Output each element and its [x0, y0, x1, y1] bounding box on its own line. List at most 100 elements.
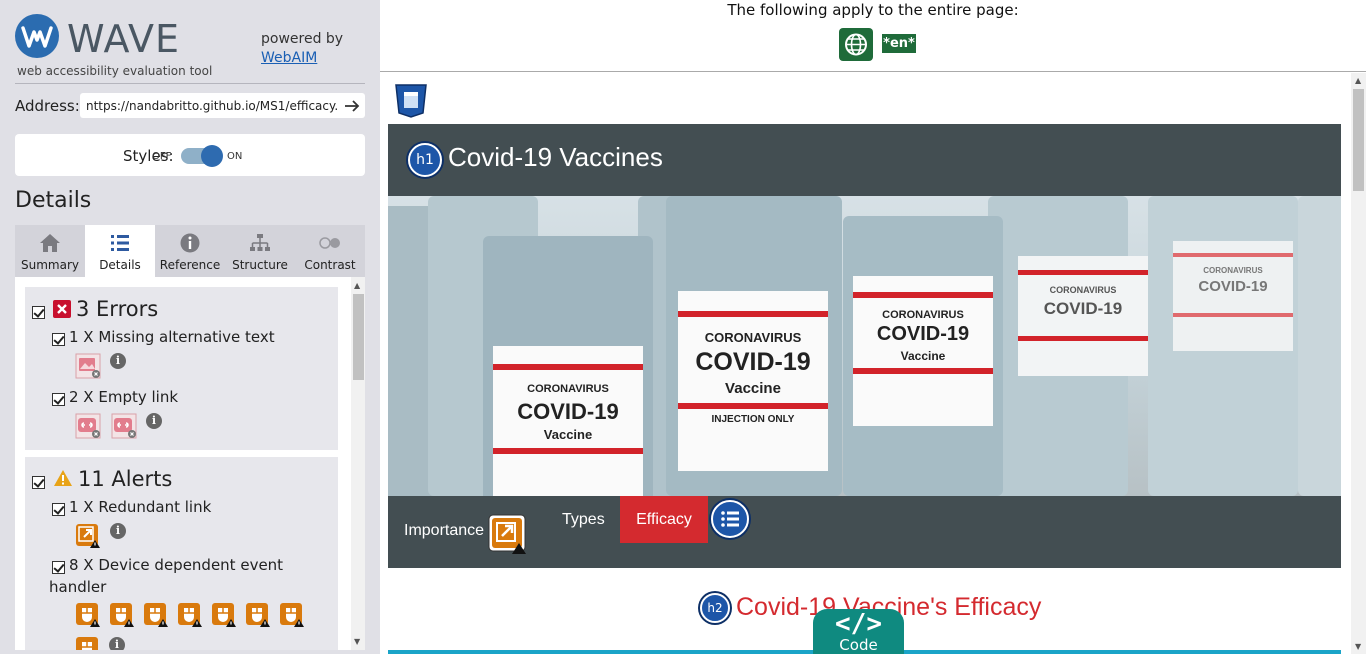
scroll-down-icon[interactable]: ▼: [1355, 642, 1361, 651]
styles-toggle[interactable]: [181, 145, 223, 167]
scroll-up-icon[interactable]: ▲: [354, 281, 360, 290]
info-icon[interactable]: i: [110, 523, 126, 539]
vial-stripe: [493, 364, 643, 370]
vial-stripe: [853, 292, 993, 298]
powered-by: powered by WebAIM: [261, 30, 343, 68]
tab-label: Contrast: [304, 258, 356, 272]
vial-label: CORONAVIRUS COVID-19 Vaccine INJECTION O…: [678, 291, 828, 471]
page-wide-bar: The following apply to the entire page: …: [380, 0, 1366, 72]
vial-text: Vaccine: [900, 349, 946, 363]
page-scrollbar[interactable]: ▲ ▼: [1351, 73, 1366, 654]
details-title: Details: [15, 188, 92, 213]
address-box: [80, 93, 365, 118]
site-header: h1 Covid-19 Vaccines: [388, 124, 1341, 196]
redundant-link-checkbox[interactable]: [52, 503, 65, 516]
alerts-group: 11 Alerts 1 X Redundant link i 8 X Devic…: [25, 457, 338, 650]
info-icon[interactable]: i: [146, 413, 162, 429]
device-event-label-cont: handler: [49, 578, 107, 596]
alerts-checkbox[interactable]: [32, 476, 45, 489]
vial-stripe: [678, 403, 828, 409]
vial-stripe: [678, 311, 828, 317]
language-badge[interactable]: *en*: [882, 34, 916, 53]
errors-checkbox[interactable]: [32, 306, 45, 319]
tab-reference[interactable]: Reference: [155, 225, 225, 277]
vial-label: CORONAVIRUS COVID-19: [1018, 256, 1148, 376]
errors-group: 3 Errors 1 X Missing alternative text i …: [25, 287, 338, 450]
nav-types[interactable]: Types: [562, 511, 605, 529]
alerts-title: 11 Alerts: [78, 467, 173, 491]
tab-label: Structure: [232, 258, 288, 272]
tab-contrast[interactable]: Contrast: [295, 225, 365, 277]
redundant-link-icon[interactable]: [488, 514, 528, 554]
vial-text: COVID-19: [1198, 278, 1268, 295]
device-event-icon[interactable]: [109, 602, 135, 628]
vial-text: CORONAVIRUS: [1049, 285, 1117, 295]
address-input[interactable]: [80, 93, 338, 118]
toggle-knob: [201, 145, 223, 167]
list-icon: [111, 235, 129, 251]
empty-link-checkbox[interactable]: [52, 393, 65, 406]
error-icon: [53, 300, 71, 318]
empty-link-icon[interactable]: [75, 413, 101, 439]
wave-logo-icon: [15, 14, 59, 58]
redundant-link-icon[interactable]: [75, 523, 101, 549]
nav-efficacy[interactable]: Efficacy: [620, 496, 708, 543]
vial-stripe: [1173, 313, 1293, 317]
scroll-down-icon[interactable]: ▼: [354, 637, 360, 646]
device-event-icon[interactable]: [245, 602, 271, 628]
h1-badge[interactable]: h1: [408, 143, 442, 177]
device-event-icon[interactable]: [279, 602, 305, 628]
vial-bg: [1298, 196, 1341, 496]
vial-stripe: [493, 448, 643, 454]
vial-stripe: [1018, 336, 1148, 341]
styles-toggle-box: Styles: OFF ON: [15, 134, 365, 176]
html5-region-icon[interactable]: [394, 83, 428, 119]
wave-logo-text: WAVE: [67, 17, 181, 61]
device-event-icon[interactable]: [75, 636, 101, 650]
info-icon[interactable]: i: [110, 353, 126, 369]
tab-summary[interactable]: Summary: [15, 225, 85, 277]
h2-badge[interactable]: h2: [700, 593, 730, 623]
device-event-icon[interactable]: [177, 602, 203, 628]
missing-alt-checkbox[interactable]: [52, 333, 65, 346]
details-panel: 3 Errors 1 X Missing alternative text i …: [15, 277, 365, 650]
site-nav: Importance Types Efficacy: [388, 496, 1341, 568]
vaccine-hero-image: CORONAVIRUS COVID-19 Vaccine CORONAVIRUS…: [388, 196, 1341, 496]
device-event-icon[interactable]: [211, 602, 237, 628]
details-scrollbar[interactable]: ▲ ▼: [351, 277, 365, 650]
vial-stripe: [1173, 253, 1293, 257]
vial-text: INJECTION ONLY: [711, 414, 795, 425]
wave-app: WAVE web accessibility evaluation tool p…: [0, 0, 1366, 654]
missing-alt-icon[interactable]: [75, 353, 101, 379]
page-wide-text: The following apply to the entire page:: [727, 1, 1019, 19]
vial-text: Vaccine: [725, 380, 781, 397]
scroll-thumb[interactable]: [1353, 89, 1364, 191]
webaim-link[interactable]: WebAIM: [261, 50, 317, 66]
tab-label: Reference: [159, 258, 221, 272]
tab-structure[interactable]: Structure: [225, 225, 295, 277]
device-event-icon[interactable]: [143, 602, 169, 628]
list-region-icon[interactable]: [711, 500, 749, 538]
errors-title: 3 Errors: [76, 297, 159, 321]
code-icon: </>: [835, 609, 882, 639]
scroll-thumb[interactable]: [353, 294, 364, 380]
code-label: Code: [839, 636, 878, 654]
page-title: Covid-19 Vaccines: [448, 142, 663, 172]
missing-alt-label: 1 X Missing alternative text: [69, 328, 275, 346]
code-toggle-button[interactable]: </> Code: [813, 609, 904, 654]
nav-importance[interactable]: Importance: [404, 522, 484, 540]
device-event-checkbox[interactable]: [52, 561, 65, 574]
vial-text: CORONAVIRUS: [882, 309, 964, 321]
structure-icon: [250, 234, 270, 251]
vial-text: COVID-19: [1043, 299, 1123, 318]
empty-link-icon[interactable]: [111, 413, 137, 439]
scroll-up-icon[interactable]: ▲: [1355, 76, 1361, 85]
contrast-icon: [319, 237, 340, 249]
tab-details[interactable]: Details: [85, 225, 155, 277]
arrow-right-icon[interactable]: [343, 97, 361, 115]
info-icon[interactable]: i: [109, 637, 125, 650]
styles-on-label: ON: [227, 151, 243, 162]
device-event-icon[interactable]: [75, 602, 101, 628]
globe-icon[interactable]: [839, 28, 873, 61]
vial-text: COVID-19: [517, 399, 619, 424]
